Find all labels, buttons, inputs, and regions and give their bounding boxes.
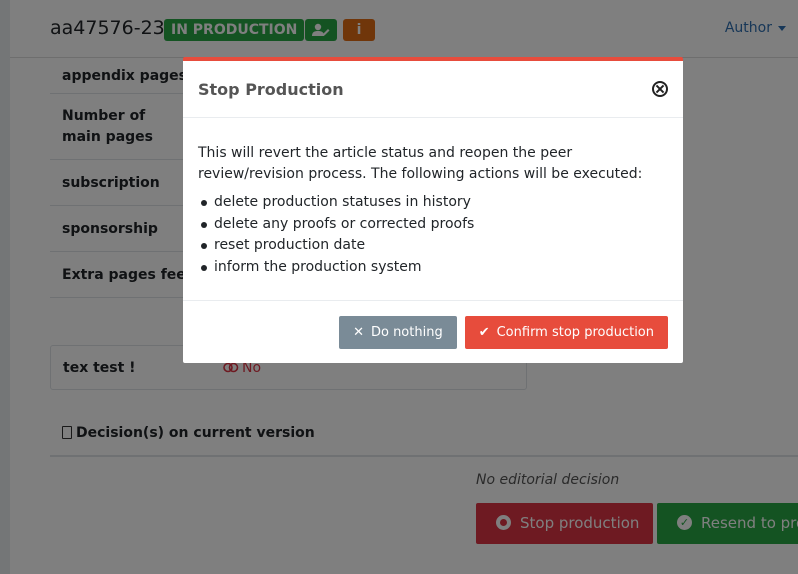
- modal-body: This will revert the article status and …: [183, 118, 683, 301]
- confirm-stop-production-button[interactable]: ✔ Confirm stop production: [464, 316, 668, 349]
- modal-description: This will revert the article status and …: [198, 145, 643, 182]
- times-icon: ✕: [353, 325, 364, 340]
- stop-production-modal: Stop Production This will revert the art…: [183, 57, 683, 363]
- modal-title: Stop Production: [198, 79, 344, 99]
- modal-header: Stop Production: [183, 61, 683, 118]
- do-nothing-label: Do nothing: [370, 325, 443, 340]
- list-item: reset production date: [198, 235, 668, 257]
- modal-footer: ✕ Do nothing ✔ Confirm stop production: [183, 302, 683, 363]
- close-icon[interactable]: [652, 81, 668, 97]
- check-icon: ✔: [478, 325, 490, 340]
- do-nothing-button[interactable]: ✕ Do nothing: [339, 316, 457, 349]
- action-list: delete production statuses in history de…: [198, 192, 668, 278]
- list-item: delete production statuses in history: [198, 192, 668, 214]
- list-item: delete any proofs or corrected proofs: [198, 214, 668, 236]
- confirm-label: Confirm stop production: [496, 325, 654, 340]
- list-item: inform the production system: [198, 257, 668, 279]
